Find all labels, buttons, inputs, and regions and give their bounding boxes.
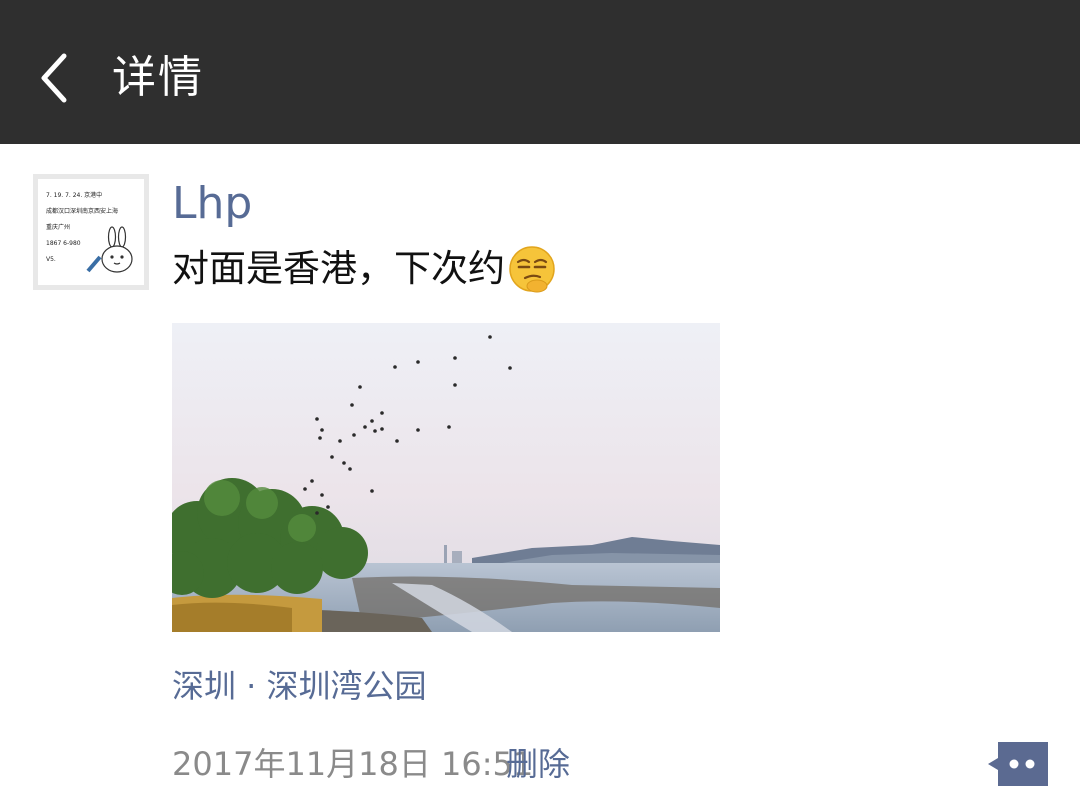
delete-button[interactable]: 删除 bbox=[506, 742, 570, 786]
post-photo[interactable] bbox=[172, 323, 720, 632]
svg-text:V5.: V5. bbox=[46, 256, 56, 263]
comment-more-icon bbox=[988, 742, 1048, 786]
smirk-face-emoji bbox=[509, 246, 555, 293]
svg-text:成都汉口深圳南京西安上海: 成都汉口深圳南京西安上海 bbox=[46, 207, 118, 215]
post-text: 对面是香港，下次约 bbox=[172, 242, 557, 296]
avatar-image: 7. 19. 7. 24. 京港中 成都汉口深圳南京西安上海 重庆广州 1867… bbox=[38, 179, 144, 285]
location-link[interactable]: 深圳 · 深圳湾公园 bbox=[172, 664, 427, 708]
svg-text:1867 6-980: 1867 6-980 bbox=[46, 240, 81, 247]
nav-bar: 详情 bbox=[0, 0, 1080, 144]
post-timestamp: 2017年11月18日 16:51 bbox=[172, 745, 534, 783]
landscape-photo bbox=[172, 323, 720, 632]
svg-text:7. 19. 7. 24. 京港中: 7. 19. 7. 24. 京港中 bbox=[46, 191, 102, 199]
avatar[interactable]: 7. 19. 7. 24. 京港中 成都汉口深圳南京西安上海 重庆广州 1867… bbox=[33, 174, 149, 290]
svg-text:重庆广州: 重庆广州 bbox=[46, 223, 70, 231]
comment-more-button[interactable] bbox=[986, 742, 1048, 786]
chevron-left-icon bbox=[41, 53, 67, 103]
post-text-content: 对面是香港，下次约 bbox=[172, 247, 505, 290]
page-title: 详情 bbox=[112, 52, 204, 103]
username-link[interactable]: Lhp bbox=[172, 176, 252, 232]
back-button[interactable] bbox=[34, 50, 78, 106]
